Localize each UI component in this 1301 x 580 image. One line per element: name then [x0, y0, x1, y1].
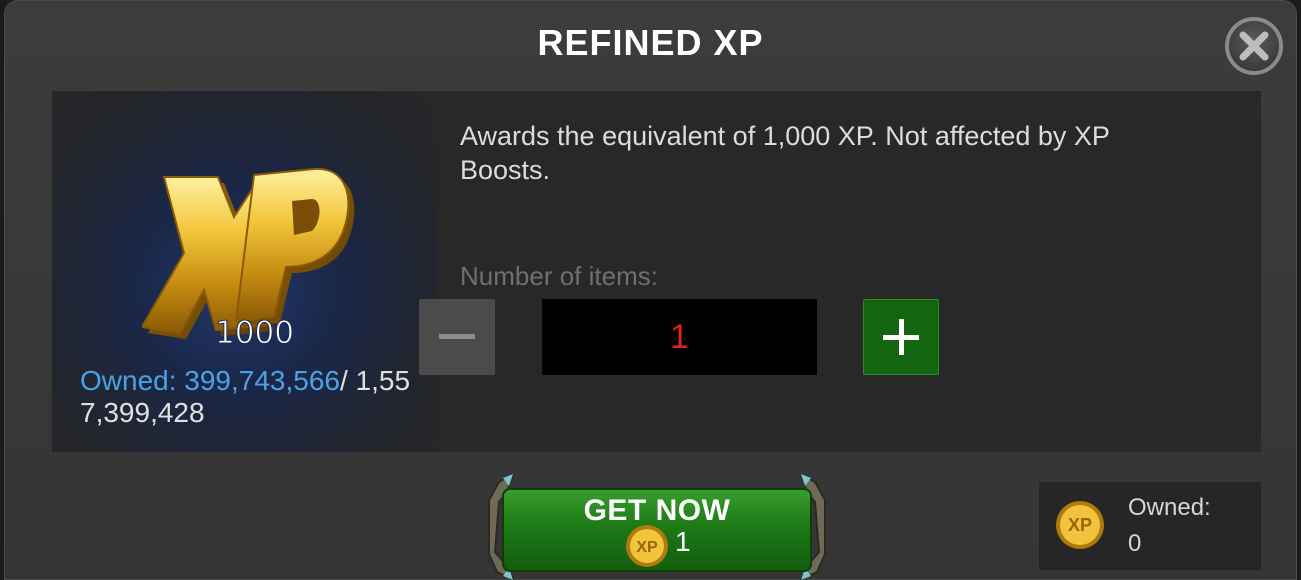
- close-icon: [1239, 31, 1269, 61]
- item-amount-badge: 1000: [215, 315, 295, 352]
- svg-text:XP: XP: [1068, 515, 1092, 535]
- get-now-button[interactable]: GET NOW XP 1: [487, 474, 827, 580]
- dialog-title: REFINED XP: [537, 22, 764, 63]
- currency-owned-value: 0: [1128, 530, 1142, 557]
- item-owned-count: Owned: 399,743,566/ 1,557,399,428: [80, 365, 425, 429]
- owned-value: 399,743,566: [184, 365, 340, 396]
- refined-xp-dialog: REFINED XP 1000 Owned: 399,743,566/ 1,55…: [4, 0, 1297, 580]
- decrement-button[interactable]: [419, 299, 495, 375]
- item-art: 1000 Owned: 399,743,566/ 1,557,399,428: [52, 91, 437, 452]
- owned-label: Owned:: [80, 365, 185, 396]
- xp-coin-icon: XP: [1056, 501, 1104, 549]
- quantity-label: Number of items:: [460, 261, 658, 291]
- get-now-label: GET NOW: [583, 494, 731, 527]
- quantity-field[interactable]: 1: [542, 299, 817, 375]
- cost-value: 1: [675, 526, 691, 557]
- close-button[interactable]: [1225, 17, 1283, 75]
- item-details-panel: 1000 Owned: 399,743,566/ 1,557,399,428 A…: [52, 91, 1261, 452]
- currency-owned-label: Owned:: [1128, 494, 1211, 521]
- currency-owned-box: XP Owned: 0: [1039, 482, 1261, 570]
- xp-coin-icon: XP: [626, 525, 668, 567]
- increment-button[interactable]: [863, 299, 939, 375]
- svg-text:XP: XP: [636, 539, 658, 556]
- minus-icon: [439, 334, 475, 339]
- item-description: Awards the equivalent of 1,000 XP. Not a…: [460, 121, 1110, 185]
